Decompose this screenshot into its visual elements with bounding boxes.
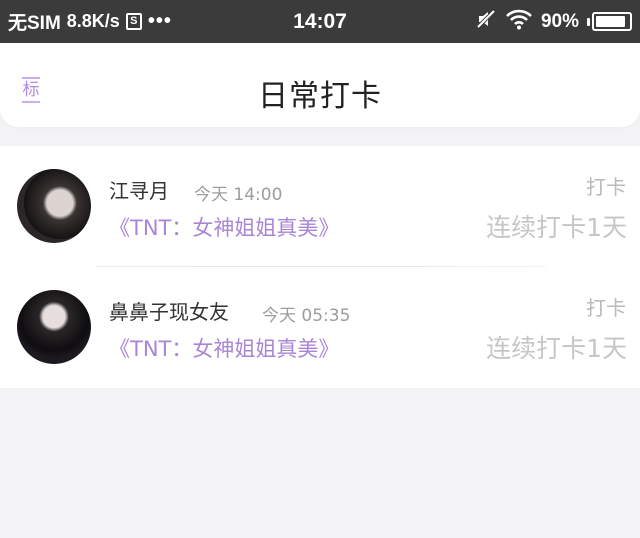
checkin-badge: 打卡	[586, 175, 626, 199]
mute-icon	[475, 8, 497, 36]
network-speed: 8.8K/s	[66, 11, 120, 31]
status-bar-right: 90%	[475, 8, 632, 36]
avatar[interactable]	[17, 290, 91, 364]
list-item[interactable]: 江寻月 今天 14:00 《TNT：女神姐姐真美》 打卡 连续打卡1天	[0, 146, 640, 267]
battery-nub	[587, 17, 590, 26]
avatar[interactable]	[17, 169, 91, 243]
s-box-icon: S	[125, 13, 142, 30]
more-dots-icon: •••	[147, 10, 172, 32]
status-bar-left: 无SIM 8.8K/s S •••	[8, 8, 278, 35]
carrier-label: 无SIM	[8, 13, 61, 34]
page-title: 日常打卡	[258, 79, 382, 114]
battery-fill	[596, 16, 625, 27]
checkin-topic-link[interactable]: 《TNT：女神姐姐真美》	[109, 333, 339, 363]
battery-percent: 90%	[540, 10, 579, 32]
list-item[interactable]: 鼻鼻子现女友 今天 05:35 《TNT：女神姐姐真美》 打卡 连续打卡1天	[0, 267, 640, 388]
battery-icon	[587, 12, 632, 31]
page-header: 标 日常打卡	[0, 43, 640, 127]
battery-body	[592, 12, 632, 31]
user-name[interactable]: 鼻鼻子现女友	[109, 296, 229, 325]
checkin-topic-link[interactable]: 《TNT：女神姐姐真美》	[109, 212, 339, 242]
streak-label: 连续打卡1天	[486, 213, 627, 242]
wifi-icon	[505, 8, 533, 36]
post-time: 今天 05:35	[262, 306, 351, 326]
status-bar: 无SIM 8.8K/s S ••• 14:07 90%	[0, 0, 640, 43]
checkin-badge: 打卡	[586, 296, 626, 320]
checkin-list: 江寻月 今天 14:00 《TNT：女神姐姐真美》 打卡 连续打卡1天 鼻鼻子现…	[0, 146, 640, 388]
post-time: 今天 14:00	[194, 185, 283, 205]
streak-label: 连续打卡1天	[486, 334, 627, 363]
user-name[interactable]: 江寻月	[109, 175, 169, 204]
